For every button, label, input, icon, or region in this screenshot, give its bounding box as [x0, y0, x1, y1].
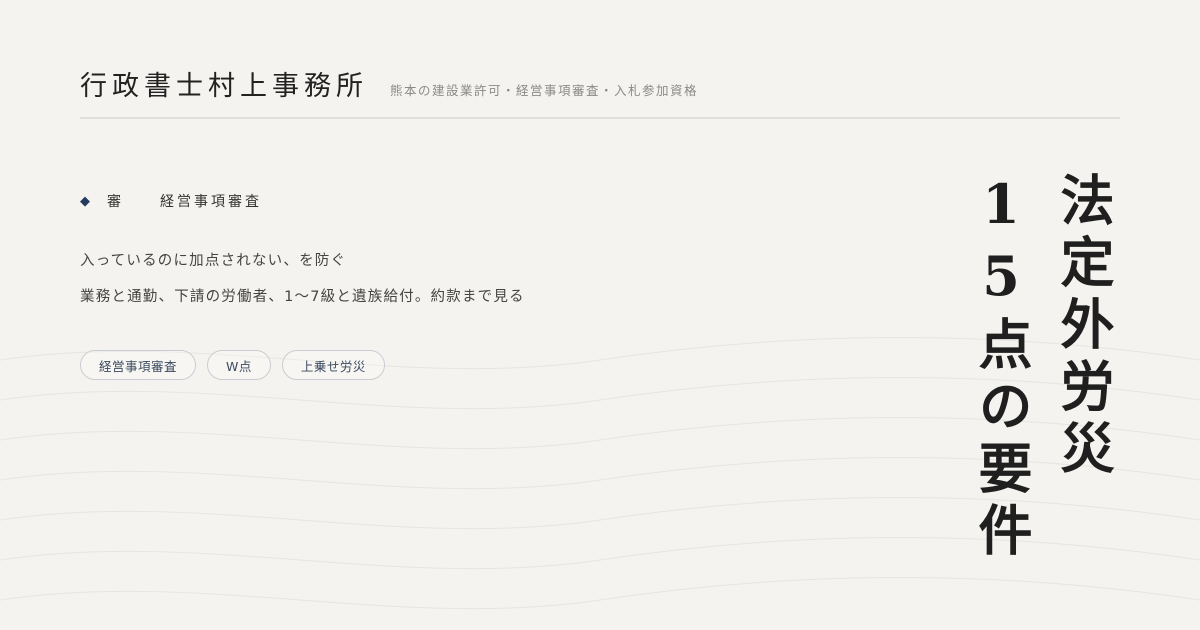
tag-extra-workers-comp[interactable]: 上乗せ労災: [281, 350, 385, 380]
tag-keishin[interactable]: 経営事項審査: [80, 350, 197, 380]
description-line-2: 業務と通勤、下請の労働者、1〜7級と遺族給付。約款まで見る: [80, 289, 525, 305]
tag-list: 経営事項審査 W点 上乗せ労災: [80, 350, 385, 380]
tagline: 熊本の建設業許可・経営事項審査・入札参加資格: [390, 83, 699, 98]
office-name: 行政書士村上事務所: [80, 71, 368, 102]
category-name: 経営事項審査: [160, 194, 262, 210]
tag-w-score[interactable]: W点: [207, 350, 271, 380]
category-label: ◆ 審 経営事項審査: [80, 191, 262, 211]
description-line-1: 入っているのに加点されない、を防ぐ: [80, 253, 347, 269]
title-column-2: 15点の要件: [969, 172, 1033, 564]
header: 行政書士村上事務所 熊本の建設業許可・経営事項審査・入札参加資格: [80, 64, 698, 103]
diamond-icon: ◆: [80, 193, 93, 209]
header-divider: [80, 117, 1120, 119]
category-short-label: 審: [107, 194, 124, 210]
title-column-1: 法定外労災: [1051, 172, 1115, 482]
